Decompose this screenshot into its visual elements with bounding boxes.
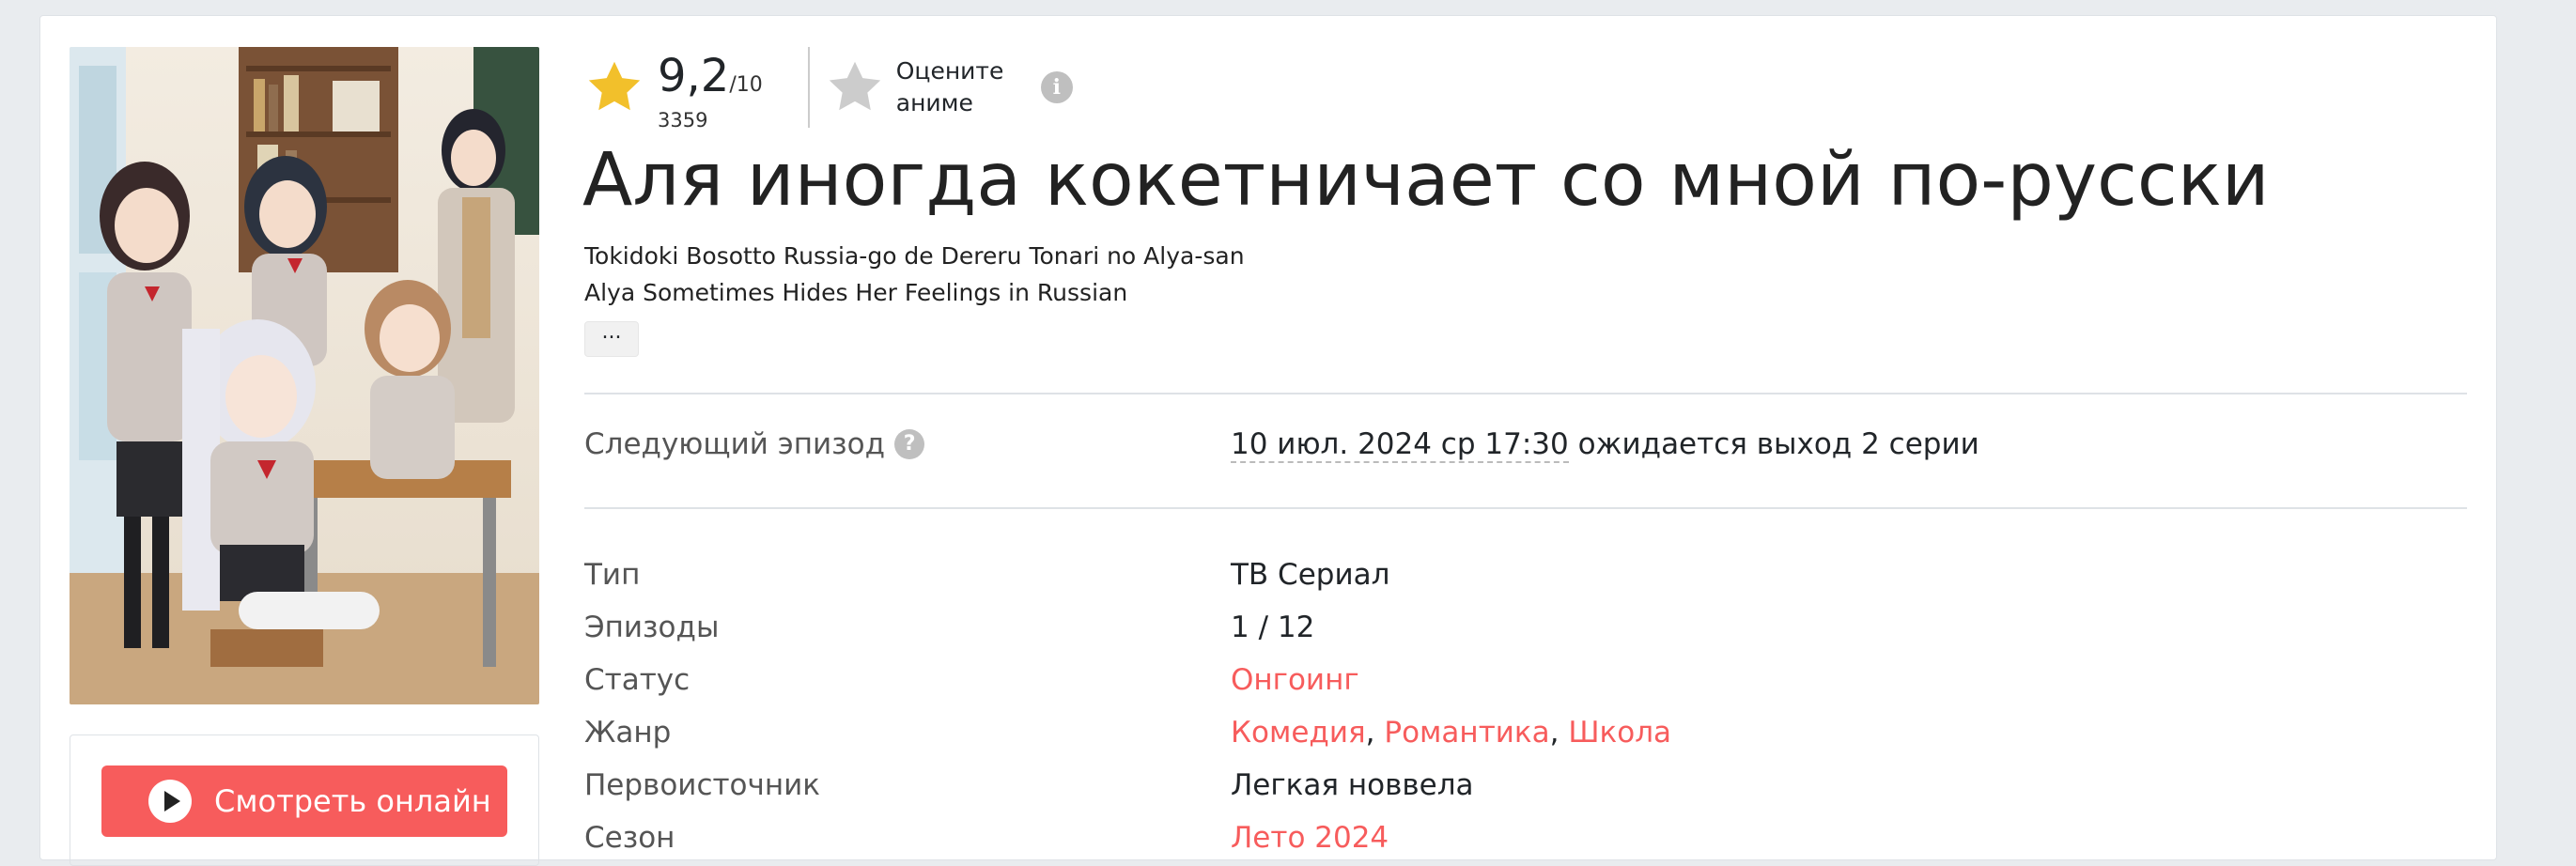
divider (584, 507, 2467, 509)
watch-online-label: Смотреть онлайн (214, 783, 491, 819)
rating-divider (807, 47, 810, 128)
star-outline-icon[interactable] (825, 57, 885, 117)
rating-bar: 9,2/10 3359 Оцените аниме i (584, 45, 1073, 131)
episodes-value: 1 / 12 (1231, 611, 1315, 644)
type-label: Тип (584, 558, 641, 592)
watch-online-button[interactable]: Смотреть онлайн (101, 765, 507, 837)
rate-label-line1: Оцените (895, 57, 1004, 85)
status-value[interactable]: Онгоинг (1231, 663, 1359, 697)
question-icon[interactable]: ? (894, 429, 925, 459)
genre-link[interactable]: Романтика (1384, 716, 1549, 750)
play-icon (148, 780, 192, 823)
next-episode-date[interactable]: 10 июл. 2024 ср 17:30 (1231, 427, 1569, 463)
next-episode-value: 10 июл. 2024 ср 17:30 ожидается выход 2 … (1231, 427, 1979, 463)
genre-link[interactable]: Школа (1568, 716, 1671, 750)
next-episode-label: Следующий эпизод? (584, 427, 925, 461)
season-label: Сезон (584, 821, 675, 855)
alt-title-romaji: Tokidoki Bosotto Russia-go de Dereru Ton… (584, 242, 1245, 270)
more-titles-button[interactable]: ... (584, 321, 639, 357)
star-icon (588, 61, 641, 111)
anime-poster (70, 47, 539, 704)
alt-title-english: Alya Sometimes Hides Her Feelings in Rus… (584, 279, 1128, 306)
next-episode-note: ожидается выход 2 серии (1568, 427, 1979, 461)
rating-score: 9,2/10 (658, 50, 763, 102)
divider (584, 393, 2467, 394)
rate-anime-button[interactable]: Оцените аниме (896, 55, 1009, 119)
source-label: Первоисточник (584, 768, 820, 802)
genre-label: Жанр (584, 716, 672, 750)
season-value[interactable]: Лето 2024 (1231, 821, 1389, 855)
rating-votes: 3359 (658, 109, 708, 131)
next-episode-label-text: Следующий эпизод (584, 427, 886, 461)
type-value: ТВ Сериал (1231, 558, 1390, 592)
page-title: Аля иногда кокетничает со мной по-русски (582, 138, 2270, 223)
genre-link[interactable]: Комедия (1231, 716, 1366, 750)
episodes-label: Эпизоды (584, 611, 720, 644)
score-block: 9,2/10 3359 (658, 52, 763, 131)
source-value: Легкая новвела (1231, 768, 1474, 802)
status-label: Статус (584, 663, 691, 697)
info-icon[interactable]: i (1040, 71, 1073, 103)
rate-label-line2: аниме (895, 89, 973, 116)
genre-values: Комедия, Романтика, Школа (1231, 716, 1672, 750)
